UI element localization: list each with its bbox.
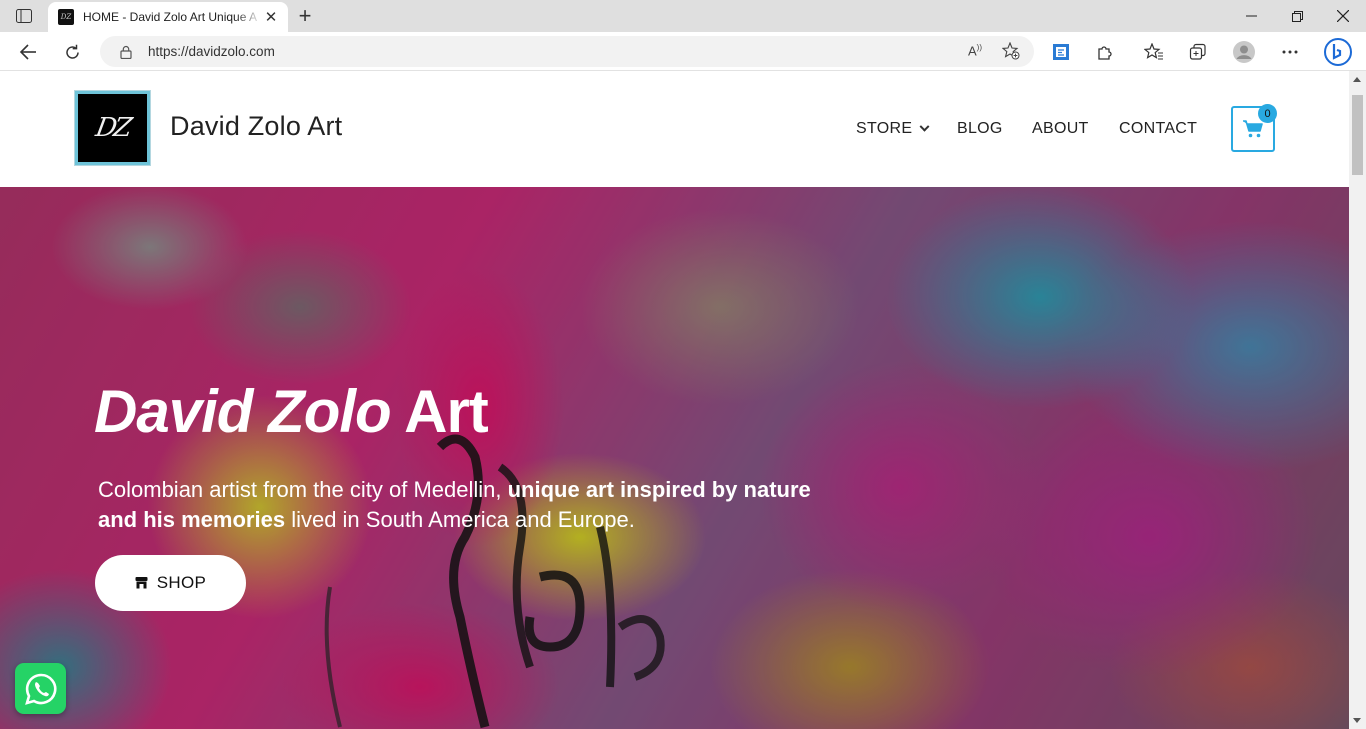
shop-button[interactable]: SHOP (95, 555, 246, 611)
bing-icon[interactable] (1322, 36, 1354, 68)
hero-title: David Zolo Art (94, 377, 489, 446)
favicon-icon: DZ (58, 9, 74, 25)
hero-painting-scribble (324, 434, 665, 729)
minimize-icon[interactable] (1228, 0, 1274, 32)
nav-item-contact-label: CONTACT (1119, 120, 1198, 137)
extensions-icon[interactable] (1093, 40, 1117, 64)
url-text: https://davidzolo.com (148, 44, 275, 59)
page-scrollbar[interactable] (1349, 71, 1366, 729)
nav-item-about[interactable]: ABOUT (1032, 120, 1089, 138)
collections-icon[interactable] (1186, 40, 1210, 64)
profile-icon[interactable] (1232, 40, 1256, 64)
hero-text-part-1: Colombian artist from the city of Medell… (98, 477, 508, 502)
lock-icon (120, 45, 132, 59)
scroll-down-icon[interactable] (1353, 718, 1361, 723)
tab-title: HOME - David Zolo Art Unique A (83, 10, 258, 24)
site-title[interactable]: David Zolo Art (170, 111, 342, 142)
logo-monogram: DZ (93, 113, 132, 143)
chevron-down-icon (919, 121, 930, 132)
address-bar: https://davidzolo.com A)) (0, 32, 1366, 71)
hero-title-rest: Art (390, 378, 489, 445)
shop-button-label: SHOP (156, 573, 207, 592)
favorites-icon[interactable] (1142, 40, 1166, 64)
cart-count-badge: 0 (1258, 104, 1277, 123)
nav-item-blog[interactable]: BLOG (957, 120, 1003, 138)
nav-item-contact[interactable]: CONTACT (1119, 120, 1197, 138)
whatsapp-button[interactable] (15, 663, 66, 714)
url-field[interactable]: https://davidzolo.com A)) (100, 36, 1034, 67)
scroll-up-icon[interactable] (1353, 77, 1361, 82)
site-header: DZ David Zolo Art STORE BLOG ABOUT CONTA… (0, 71, 1349, 187)
refresh-icon[interactable] (59, 39, 85, 65)
add-favorite-icon[interactable] (1001, 41, 1020, 65)
browser-tab[interactable]: DZ HOME - David Zolo Art Unique A ✕ (48, 2, 288, 32)
shopping-cart-icon (1243, 120, 1263, 138)
browser-tab-bar: DZ HOME - David Zolo Art Unique A ✕ + (0, 0, 1366, 32)
scrollbar-thumb[interactable] (1352, 95, 1363, 175)
window-close-icon[interactable] (1320, 0, 1366, 32)
nav-item-store-label: STORE (856, 120, 913, 137)
hero-description: Colombian artist from the city of Medell… (98, 475, 818, 535)
close-icon[interactable]: ✕ (262, 8, 280, 26)
restore-icon[interactable] (1274, 0, 1320, 32)
more-icon[interactable] (1278, 40, 1302, 64)
nav-item-blog-label: BLOG (957, 120, 1003, 137)
new-tab-icon[interactable]: + (294, 3, 316, 28)
store-icon (135, 577, 148, 589)
sidebar-icon[interactable] (10, 6, 38, 26)
nav-item-about-label: ABOUT (1032, 120, 1089, 137)
read-aloud-icon[interactable]: A)) (968, 43, 982, 58)
hero-banner: David Zolo Art Colombian artist from the… (0, 187, 1349, 729)
whatsapp-icon (24, 673, 56, 705)
back-icon[interactable] (15, 39, 41, 65)
hero-text-part-2: lived in South America and Europe. (285, 507, 635, 532)
site-logo[interactable]: DZ (75, 91, 150, 165)
translate-icon[interactable] (1049, 40, 1073, 64)
page-viewport: DZ David Zolo Art STORE BLOG ABOUT CONTA… (0, 71, 1349, 729)
nav-item-store[interactable]: STORE (856, 120, 930, 138)
hero-title-italic: David Zolo (94, 378, 392, 445)
